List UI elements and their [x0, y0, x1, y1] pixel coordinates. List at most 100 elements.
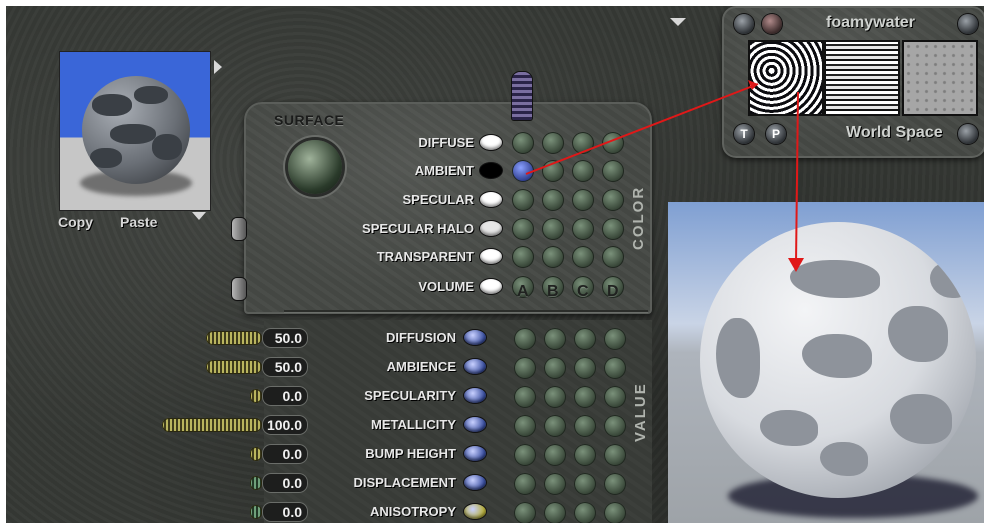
preview-expand-icon[interactable]	[214, 60, 222, 74]
color-row-label: SPECULAR	[402, 192, 474, 207]
plug-icon[interactable]	[232, 218, 246, 240]
value-channel-cell[interactable]	[514, 415, 536, 437]
color-channel-cell[interactable]	[572, 218, 594, 240]
color-swatch[interactable]	[480, 221, 502, 236]
color-channel-cell[interactable]	[602, 132, 624, 154]
copy-button[interactable]: Copy	[58, 214, 93, 230]
color-channel-cell[interactable]	[602, 189, 624, 211]
value-slider[interactable]	[250, 505, 262, 519]
value-channel-cell[interactable]	[544, 502, 566, 523]
value-field[interactable]: 0.0	[262, 473, 308, 493]
value-field[interactable]: 50.0	[262, 357, 308, 377]
texture-space-dropdown-icon[interactable]	[958, 124, 978, 144]
paste-button[interactable]: Paste	[120, 214, 157, 230]
value-channel-cell[interactable]	[574, 386, 596, 408]
texture-knob-left[interactable]	[734, 14, 754, 34]
value-channel-cell[interactable]	[604, 502, 626, 523]
value-channel-dot[interactable]	[464, 446, 486, 461]
color-channel-cell[interactable]	[602, 160, 624, 182]
value-slider[interactable]	[250, 389, 262, 403]
value-section-label: VALUE	[632, 382, 649, 442]
value-field[interactable]: 100.0	[262, 415, 308, 435]
value-channel-cell[interactable]	[544, 386, 566, 408]
value-channel-cell[interactable]	[514, 473, 536, 495]
value-channel-cell[interactable]	[544, 415, 566, 437]
color-channel-cell[interactable]	[512, 218, 534, 240]
texture-thumbnail-active[interactable]	[750, 42, 822, 114]
value-channel-cell[interactable]	[604, 328, 626, 350]
texture-dropdown-icon[interactable]	[958, 14, 978, 34]
color-swatch[interactable]	[480, 163, 502, 178]
color-channel-cell[interactable]	[602, 246, 624, 268]
value-channel-cell[interactable]	[604, 473, 626, 495]
color-channel-cell[interactable]	[542, 218, 564, 240]
texture-thumbnail-3[interactable]	[904, 42, 976, 114]
value-channel-cell[interactable]	[574, 473, 596, 495]
value-channel-cell[interactable]	[574, 328, 596, 350]
value-channel-cell[interactable]	[574, 415, 596, 437]
color-channel-cell[interactable]	[602, 218, 624, 240]
color-channel-cell[interactable]	[512, 132, 534, 154]
value-channel-dot[interactable]	[464, 330, 486, 345]
value-channel-cell[interactable]	[574, 502, 596, 523]
color-swatch[interactable]	[480, 135, 502, 150]
texture-space[interactable]: World Space	[846, 124, 943, 142]
value-slider[interactable]	[206, 331, 262, 345]
value-channel-cell[interactable]	[574, 444, 596, 466]
value-slider[interactable]	[206, 360, 262, 374]
texture-thumbnail-2[interactable]	[826, 42, 898, 114]
value-channel-cell[interactable]	[544, 444, 566, 466]
value-channel-cell[interactable]	[544, 473, 566, 495]
color-channel-cell[interactable]	[572, 132, 594, 154]
value-channel-dot[interactable]	[464, 504, 486, 519]
value-row-label: AMBIENCE	[386, 359, 456, 374]
value-slider[interactable]	[250, 476, 262, 490]
value-channel-cell[interactable]	[574, 357, 596, 379]
color-channel-cell[interactable]	[542, 132, 564, 154]
value-channel-cell[interactable]	[604, 444, 626, 466]
value-channel-cell[interactable]	[604, 386, 626, 408]
plug-icon[interactable]	[232, 278, 246, 300]
color-channel-cell[interactable]	[512, 246, 534, 268]
color-swatch[interactable]	[480, 192, 502, 207]
value-channel-cell[interactable]	[604, 415, 626, 437]
color-row: SPECULAR HALO	[304, 216, 504, 242]
color-channel-cell[interactable]	[572, 189, 594, 211]
value-channel-cell[interactable]	[514, 444, 536, 466]
value-field[interactable]: 0.0	[262, 502, 308, 522]
value-channel-dot[interactable]	[464, 359, 486, 374]
color-channel-cell[interactable]	[542, 246, 564, 268]
value-channel-cell[interactable]	[544, 357, 566, 379]
value-channel-dot[interactable]	[464, 388, 486, 403]
value-channel-dot[interactable]	[464, 475, 486, 490]
menu-triangle-icon[interactable]	[670, 18, 686, 26]
color-swatch[interactable]	[480, 249, 502, 264]
color-channel-cell[interactable]	[572, 246, 594, 268]
value-channel-dot[interactable]	[464, 417, 486, 432]
ambient-channel-a-connected[interactable]	[512, 160, 534, 182]
texture-panel: foamywater T P World Space	[722, 6, 984, 158]
value-slider[interactable]	[162, 418, 262, 432]
color-channel-cell[interactable]	[542, 189, 564, 211]
value-channel-cell[interactable]	[514, 328, 536, 350]
value-channel-cell[interactable]	[514, 386, 536, 408]
value-field[interactable]: 0.0	[262, 444, 308, 464]
color-row-label: AMBIENT	[414, 163, 474, 178]
preview-menu-icon[interactable]	[192, 212, 206, 220]
color-channel-cell[interactable]	[542, 160, 564, 182]
texture-knob-right[interactable]	[762, 14, 782, 34]
color-channel-cell[interactable]	[512, 189, 534, 211]
value-channel-cell[interactable]	[514, 502, 536, 523]
value-channel-cell[interactable]	[604, 357, 626, 379]
value-field[interactable]: 0.0	[262, 386, 308, 406]
material-preview	[60, 52, 210, 210]
texture-button-t[interactable]: T	[734, 124, 754, 144]
value-channel-cell[interactable]	[514, 357, 536, 379]
color-row: VOLUME	[304, 274, 504, 300]
texture-button-p[interactable]: P	[766, 124, 786, 144]
color-channel-cell[interactable]	[572, 160, 594, 182]
value-field[interactable]: 50.0	[262, 328, 308, 348]
value-channel-cell[interactable]	[544, 328, 566, 350]
value-slider[interactable]	[250, 447, 262, 461]
color-swatch[interactable]	[480, 279, 502, 294]
